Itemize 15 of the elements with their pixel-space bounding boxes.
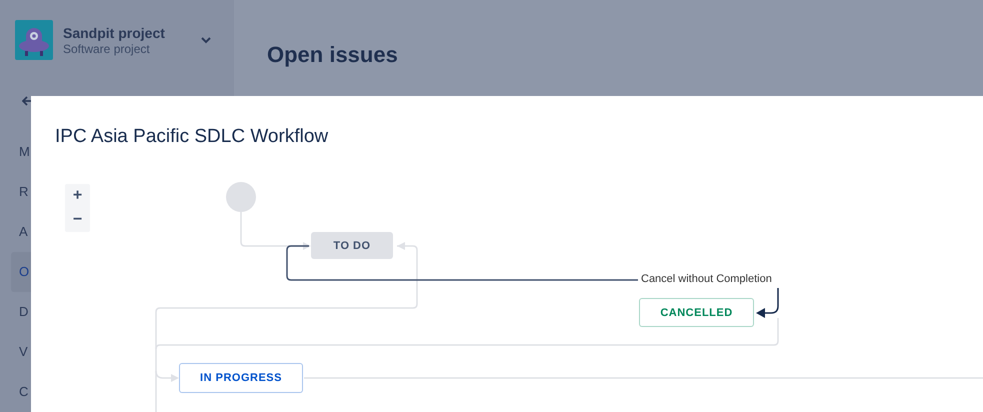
dialog-title: IPC Asia Pacific SDLC Workflow bbox=[55, 126, 328, 148]
status-node: CANCELLED bbox=[639, 298, 754, 327]
back-arrow-icon[interactable] bbox=[22, 96, 32, 106]
start-node bbox=[226, 182, 256, 212]
zoom-button[interactable]: + bbox=[65, 184, 90, 208]
status-node: IN PROGRESS bbox=[179, 363, 303, 393]
chevron-down-icon[interactable] bbox=[201, 36, 211, 44]
project-logo-icon bbox=[15, 20, 53, 60]
zoom-button[interactable]: − bbox=[65, 208, 90, 232]
transition-label: Cancel without Completion bbox=[640, 273, 773, 285]
page-heading: Open issues bbox=[267, 42, 399, 68]
project-name: Sandpit project bbox=[63, 24, 166, 40]
connector-arrow bbox=[756, 288, 779, 318]
status-node: TO DO bbox=[311, 232, 393, 259]
project-type: Software project bbox=[63, 42, 151, 56]
